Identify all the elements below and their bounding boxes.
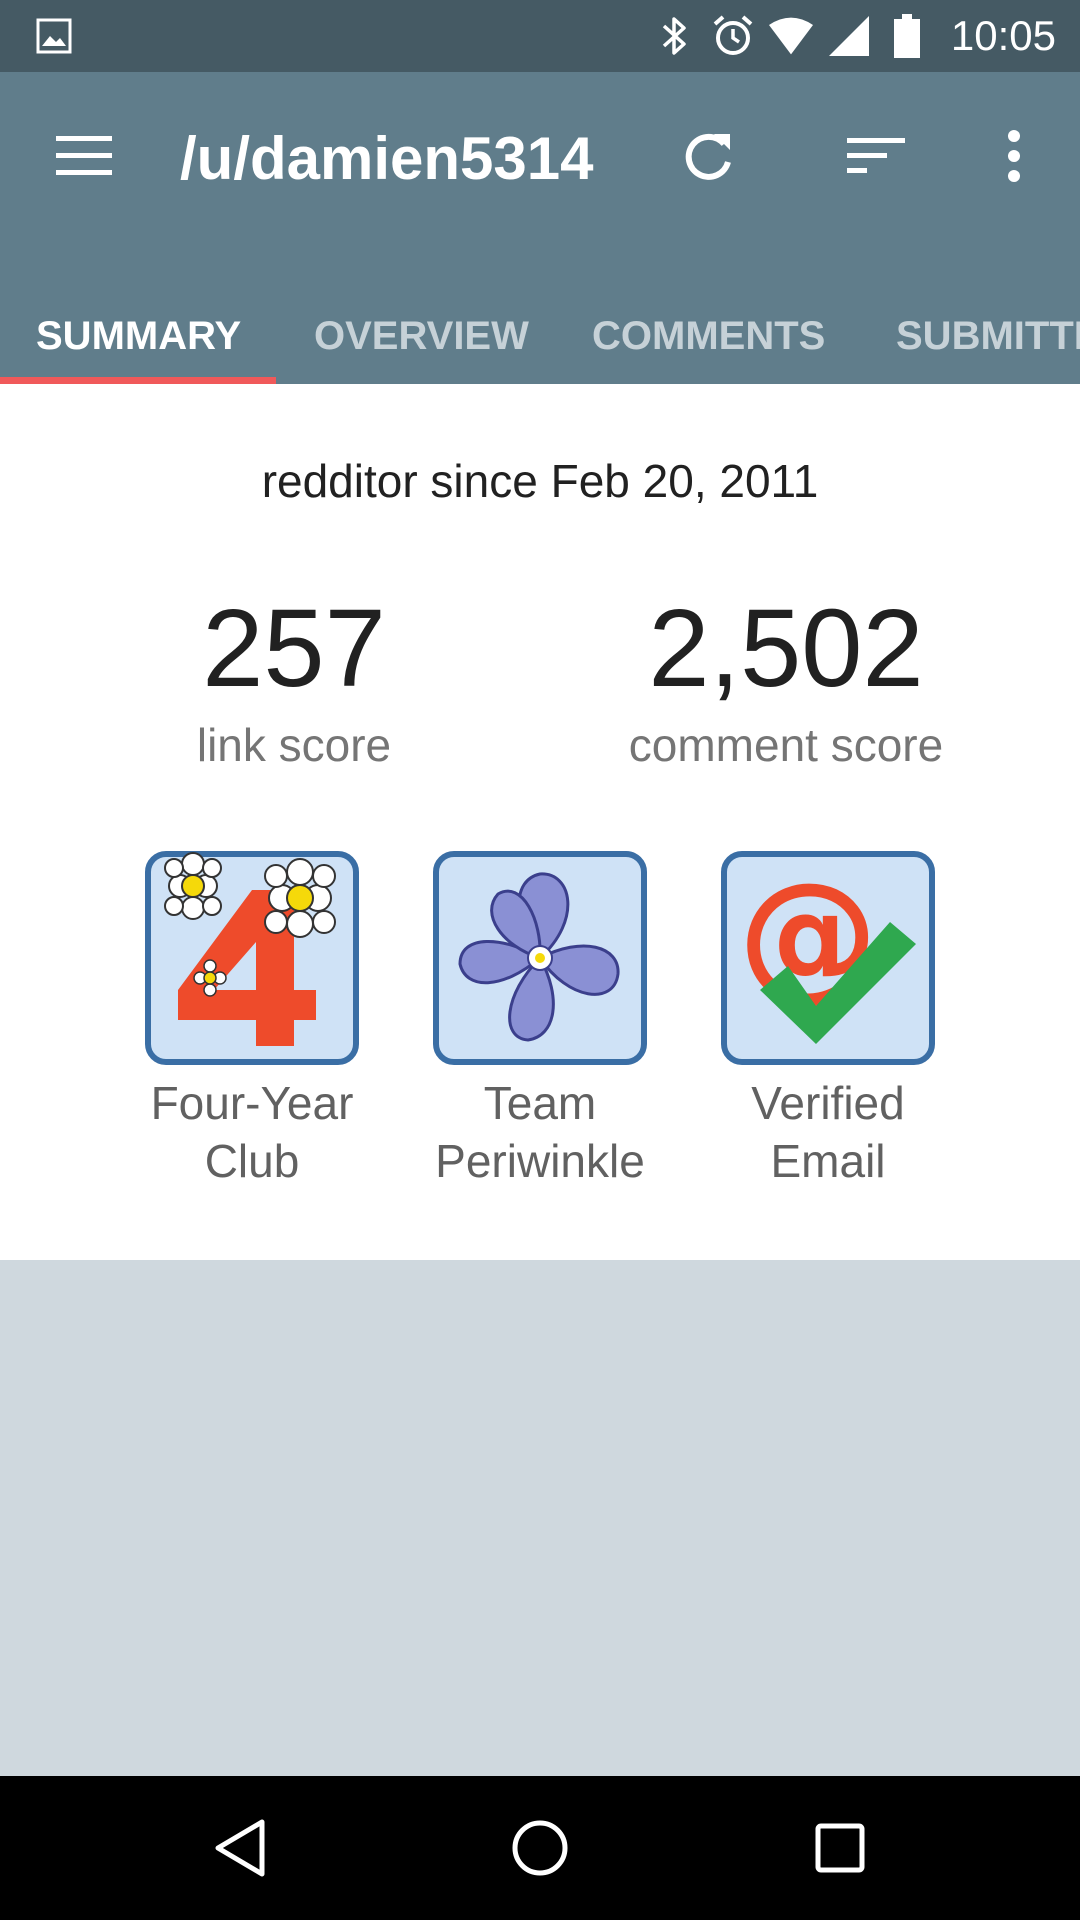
tab-comments[interactable]: COMMENTS: [592, 288, 825, 384]
recent-apps-button[interactable]: [804, 1812, 876, 1884]
bluetooth-icon: [653, 14, 697, 58]
navigation-bar: [0, 1776, 1080, 1920]
refresh-button[interactable]: [666, 114, 750, 198]
tab-bar: SUMMARY OVERVIEW COMMENTS SUBMITTED: [0, 288, 1080, 384]
trophy-name-line2: Periwinkle: [435, 1135, 645, 1187]
home-icon: [512, 1820, 568, 1876]
more-vert-icon: [1008, 130, 1020, 182]
empty-background: [0, 1260, 1080, 1776]
trophy-name-line1: Four-Year: [150, 1077, 354, 1129]
signal-icon: [827, 14, 871, 58]
menu-button[interactable]: [42, 114, 126, 198]
comment-score-label: comment score: [628, 719, 944, 771]
redditor-since: redditor since Feb 20, 2011: [261, 455, 819, 507]
tab-submitted[interactable]: SUBMITTED: [896, 288, 1080, 384]
periwinkle-flower-icon: [432, 850, 648, 1066]
app-bar: /u/damien5314 SUMMARY OVERVIEW COMMENTS …: [0, 72, 1080, 384]
wifi-icon: [768, 14, 813, 58]
back-icon: [215, 1819, 265, 1877]
more-options-button[interactable]: [972, 114, 1056, 198]
link-score: 257 link score: [74, 584, 514, 772]
status-bar: 10:05: [0, 0, 1080, 72]
tab-summary[interactable]: SUMMARY: [36, 288, 241, 384]
image-icon: [36, 18, 72, 54]
link-score-label: link score: [196, 719, 392, 771]
clock: 10:05: [950, 12, 1056, 59]
menu-icon: [56, 136, 112, 175]
link-score-value: 257: [202, 587, 386, 710]
battery-icon: [885, 14, 929, 58]
trophy-name-line1: Verified: [751, 1077, 905, 1129]
trophy-name-line2: Club: [204, 1135, 300, 1187]
trophy-name-line1: Team: [483, 1077, 597, 1129]
comment-score: 2,502 comment score: [566, 584, 1006, 772]
alarm-icon: [711, 14, 755, 58]
trophy-verified-email[interactable]: @ Verified Email: [708, 850, 948, 1190]
page-title: /u/damien5314: [180, 125, 594, 192]
trophy-team-periwinkle[interactable]: Team Periwinkle: [420, 850, 660, 1190]
home-button[interactable]: [504, 1812, 576, 1884]
summary-card: redditor since Feb 20, 2011 257 link sco…: [0, 384, 1080, 1260]
sort-button[interactable]: [834, 114, 918, 198]
four-year-club-icon: [144, 850, 360, 1066]
trophy-name-line2: Email: [770, 1135, 886, 1187]
back-button[interactable]: [204, 1812, 276, 1884]
tab-overview[interactable]: OVERVIEW: [314, 288, 529, 384]
comment-score-value: 2,502: [648, 587, 924, 710]
sort-icon: [847, 138, 905, 173]
verified-email-icon: @: [720, 850, 936, 1066]
toolbar: /u/damien5314: [0, 72, 1080, 240]
trophy-four-year-club[interactable]: Four-Year Club: [132, 850, 372, 1190]
refresh-icon: [685, 133, 731, 180]
recent-apps-icon: [815, 1823, 865, 1873]
tab-indicator: [0, 377, 276, 384]
